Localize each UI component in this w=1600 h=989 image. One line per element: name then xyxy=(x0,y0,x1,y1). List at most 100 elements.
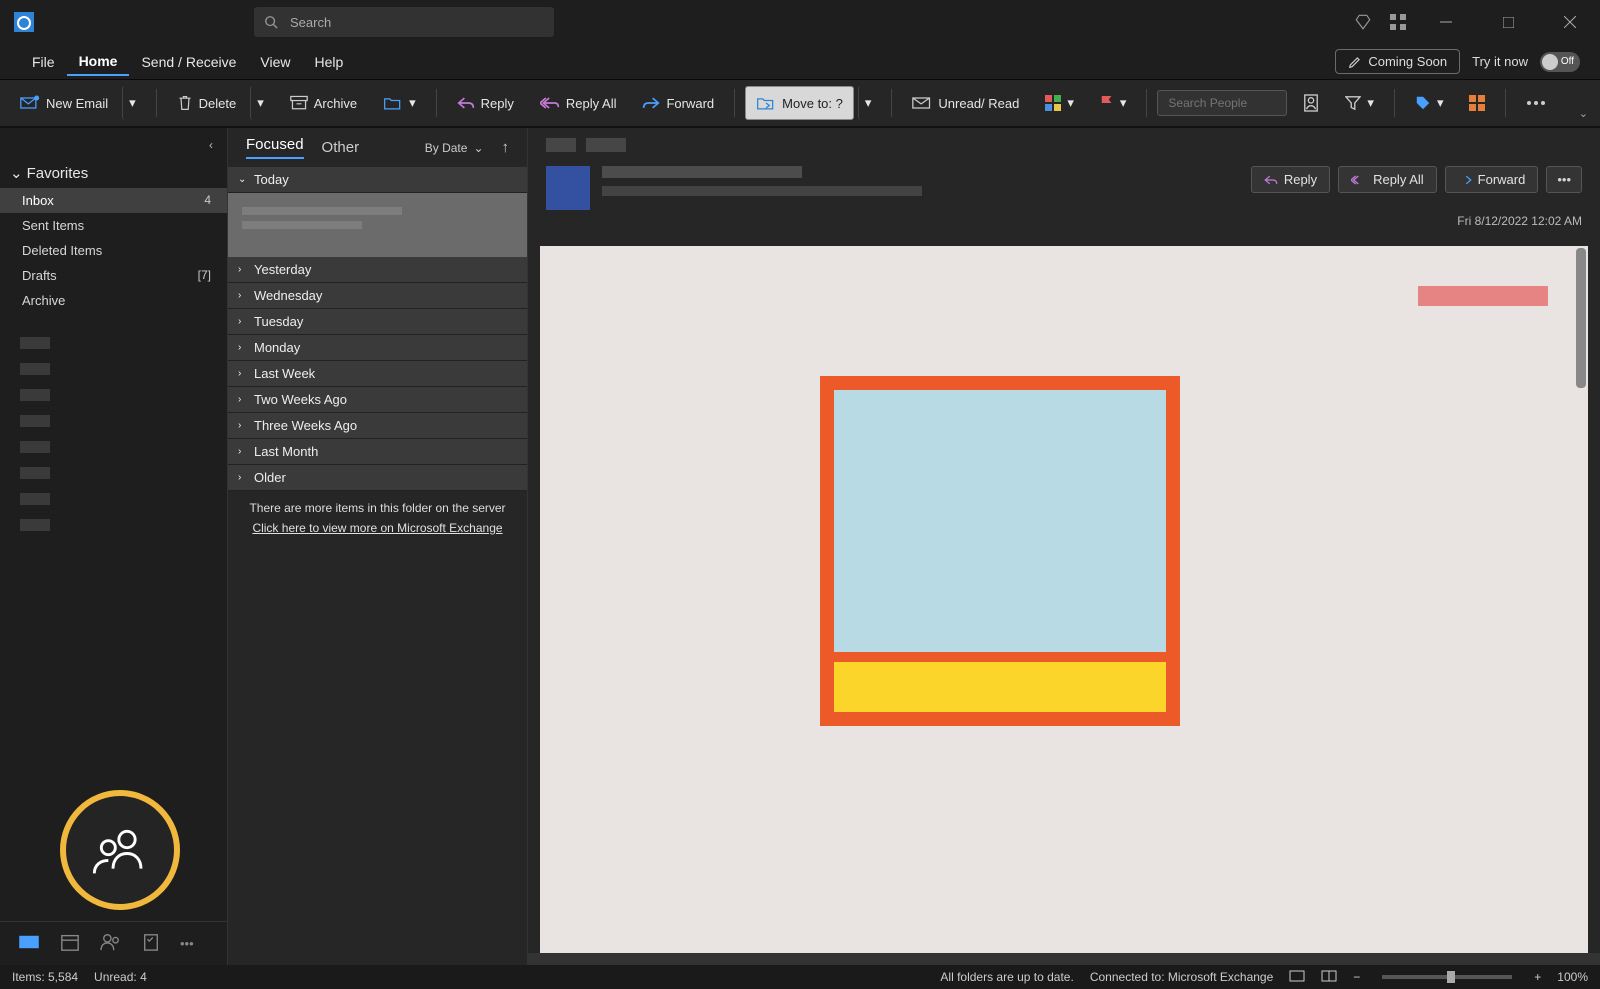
address-book-button[interactable] xyxy=(1293,86,1329,120)
menu-view[interactable]: View xyxy=(248,49,302,75)
email-image xyxy=(820,376,1180,726)
more-views-button[interactable]: ••• xyxy=(180,936,194,951)
group-yesterday[interactable]: ›Yesterday xyxy=(228,257,527,283)
pane-reply-button[interactable]: Reply xyxy=(1251,166,1330,193)
pane-forward-button[interactable]: Forward xyxy=(1445,166,1539,193)
folder-archive[interactable]: Archive xyxy=(0,288,227,313)
zoom-in-button[interactable]: + xyxy=(1534,970,1541,984)
vertical-scrollbar[interactable] xyxy=(1576,248,1586,388)
people-view-button[interactable] xyxy=(100,932,122,955)
archive-icon xyxy=(290,95,308,111)
group-today[interactable]: ⌄ Today xyxy=(228,167,527,193)
group-older[interactable]: ›Older xyxy=(228,465,527,491)
nav-switcher: ••• xyxy=(0,921,227,965)
move-to-button[interactable]: Move to: ? xyxy=(745,86,854,120)
more-items-notice: There are more items in this folder on t… xyxy=(228,491,527,517)
menu-help[interactable]: Help xyxy=(303,49,356,75)
people-highlight-circle xyxy=(60,790,180,910)
pane-more-button[interactable]: ••• xyxy=(1546,166,1582,193)
redacted-folders xyxy=(0,313,227,555)
reply-icon xyxy=(1264,174,1278,186)
view-normal-button[interactable] xyxy=(1289,970,1305,985)
chevron-right-icon: › xyxy=(238,316,248,327)
view-reading-button[interactable] xyxy=(1321,970,1337,985)
coming-soon-button[interactable]: Coming Soon xyxy=(1335,49,1460,74)
chevron-right-icon: › xyxy=(238,342,248,353)
pencil-icon xyxy=(1348,55,1362,69)
forward-icon xyxy=(1458,174,1472,186)
forward-button[interactable]: Forward xyxy=(632,86,724,120)
menu-home[interactable]: Home xyxy=(67,48,130,76)
mail-view-button[interactable] xyxy=(18,934,40,953)
ellipsis-icon xyxy=(1526,100,1546,106)
group-three-weeks-ago[interactable]: ›Three Weeks Ago xyxy=(228,413,527,439)
apps-icon[interactable] xyxy=(1390,14,1406,30)
message-item[interactable] xyxy=(228,193,527,257)
global-search[interactable]: Search xyxy=(254,7,554,37)
menu-file[interactable]: File xyxy=(20,49,67,75)
group-last-week[interactable]: ›Last Week xyxy=(228,361,527,387)
archive-button[interactable]: Archive xyxy=(280,86,367,120)
chevron-down-icon: ⌄ xyxy=(238,174,248,185)
reply-all-button[interactable]: Reply All xyxy=(530,86,627,120)
chevron-right-icon: › xyxy=(238,264,248,275)
group-tuesday[interactable]: ›Tuesday xyxy=(228,309,527,335)
message-body[interactable] xyxy=(540,246,1588,953)
ribbon-expand-button[interactable]: ⌄ xyxy=(1579,107,1588,120)
reply-all-icon xyxy=(540,96,560,110)
folder-inbox[interactable]: Inbox 4 xyxy=(0,188,227,213)
sort-bydate[interactable]: By Date ⌄ xyxy=(425,141,484,155)
new-email-dropdown[interactable]: ▾ xyxy=(122,86,146,120)
group-last-month[interactable]: ›Last Month xyxy=(228,439,527,465)
premium-icon[interactable] xyxy=(1354,13,1372,31)
minimize-button[interactable] xyxy=(1424,2,1468,42)
categorize-button[interactable]: ▾ xyxy=(1035,86,1084,120)
collapse-pane-button[interactable]: ‹ xyxy=(203,136,219,154)
filter-icon xyxy=(1345,95,1361,111)
folder-deleted[interactable]: Deleted Items xyxy=(0,238,227,263)
horizontal-scrollbar[interactable] xyxy=(528,953,1600,965)
move-folder-button[interactable]: ▾ xyxy=(373,86,426,120)
try-it-toggle[interactable]: Off xyxy=(1540,52,1580,72)
load-more-link[interactable]: Click here to view more on Microsoft Exc… xyxy=(228,517,527,547)
status-items: Items: 5,584 xyxy=(12,970,78,984)
folder-sent[interactable]: Sent Items xyxy=(0,213,227,238)
tab-other[interactable]: Other xyxy=(322,139,360,156)
group-two-weeks-ago[interactable]: ›Two Weeks Ago xyxy=(228,387,527,413)
delete-dropdown[interactable]: ▾ xyxy=(250,86,274,120)
reply-button[interactable]: Reply xyxy=(447,86,524,120)
tab-focused[interactable]: Focused xyxy=(246,136,304,159)
tags-button[interactable]: ▾ xyxy=(1405,86,1454,120)
coming-soon-label: Coming Soon xyxy=(1368,54,1447,69)
menu-sendreceive[interactable]: Send / Receive xyxy=(129,49,248,75)
zoom-out-button[interactable]: − xyxy=(1353,970,1360,984)
sort-direction-button[interactable]: ↑ xyxy=(502,139,510,156)
close-button[interactable] xyxy=(1548,2,1592,42)
chevron-right-icon: › xyxy=(238,472,248,483)
reply-icon xyxy=(457,96,475,110)
calendar-view-button[interactable] xyxy=(60,932,80,955)
group-wednesday[interactable]: ›Wednesday xyxy=(228,283,527,309)
pane-reply-all-button[interactable]: Reply All xyxy=(1338,166,1437,193)
forward-icon xyxy=(642,96,660,110)
zoom-slider[interactable] xyxy=(1382,975,1512,979)
reply-all-icon xyxy=(1351,174,1367,186)
search-people-input[interactable] xyxy=(1157,90,1287,116)
message-list: Focused Other By Date ⌄ ↑ ⌄ Today ›Yeste… xyxy=(228,128,528,965)
new-email-button[interactable]: New Email xyxy=(10,86,118,120)
unread-read-button[interactable]: Unread/ Read xyxy=(902,86,1029,120)
delete-button[interactable]: Delete xyxy=(167,86,247,120)
filter-button[interactable]: ▾ xyxy=(1335,86,1384,120)
folder-drafts[interactable]: Drafts [7] xyxy=(0,263,227,288)
maximize-button[interactable] xyxy=(1486,2,1530,42)
favorites-header[interactable]: ⌄ Favorites xyxy=(0,154,227,188)
move-to-dropdown[interactable]: ▾ xyxy=(858,86,882,120)
addins-button[interactable] xyxy=(1459,86,1495,120)
status-connected: Connected to: Microsoft Exchange xyxy=(1090,970,1273,984)
flag-icon xyxy=(1100,95,1114,111)
tasks-view-button[interactable] xyxy=(142,932,160,955)
more-commands-button[interactable] xyxy=(1516,86,1556,120)
people-icon xyxy=(92,822,148,878)
flag-button[interactable]: ▾ xyxy=(1090,86,1137,120)
group-monday[interactable]: ›Monday xyxy=(228,335,527,361)
